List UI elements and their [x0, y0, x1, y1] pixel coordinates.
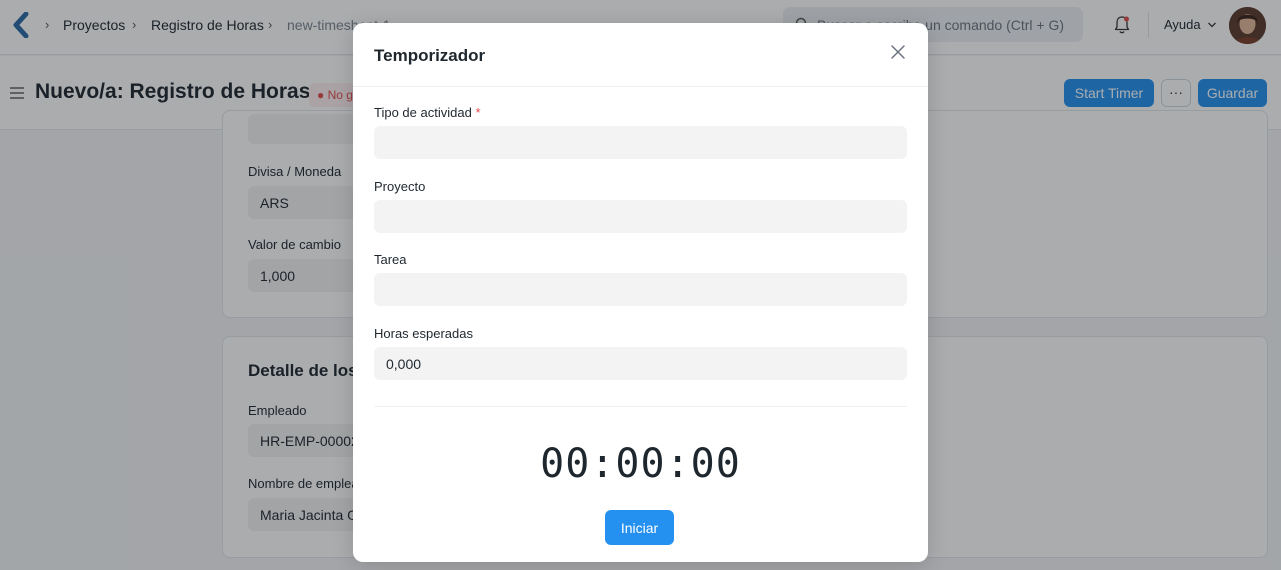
timer-display: 00:00:00 [540, 441, 741, 487]
timer-modal: Temporizador Tipo de actividad * Proyect… [353, 23, 928, 562]
activity-type-label: Tipo de actividad * [374, 105, 481, 120]
modal-header: Temporizador [353, 23, 928, 87]
modal-divider [374, 406, 907, 407]
activity-type-label-text: Tipo de actividad [374, 105, 472, 120]
expected-hours-input[interactable] [374, 347, 907, 380]
project-input[interactable] [374, 200, 907, 233]
close-icon[interactable] [890, 44, 906, 60]
project-label: Proyecto [374, 179, 426, 194]
start-timer-modal-button[interactable]: Iniciar [605, 510, 674, 545]
task-label: Tarea [374, 252, 407, 267]
activity-type-input[interactable] [374, 126, 907, 159]
modal-title: Temporizador [374, 46, 486, 65]
required-mark: * [475, 105, 481, 120]
task-input[interactable] [374, 273, 907, 306]
expected-hours-label: Horas esperadas [374, 326, 473, 341]
